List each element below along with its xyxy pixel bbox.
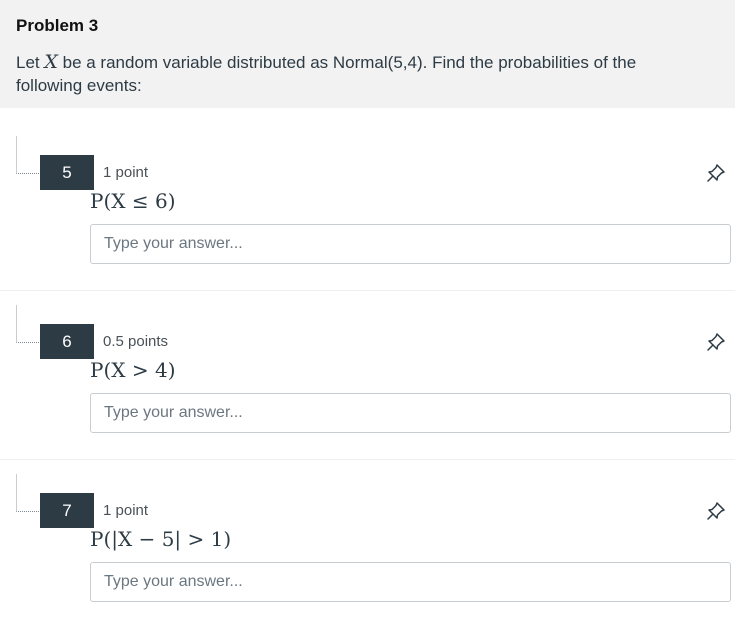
question-expression: P(X ≤ 6)	[90, 189, 176, 213]
question-expression: P(X > 4)	[90, 358, 176, 382]
problem-title: Problem 3	[16, 16, 99, 35]
answer-input[interactable]	[90, 224, 731, 264]
question-divider	[0, 459, 735, 460]
question-expression: P(|X − 5| > 1)	[90, 527, 232, 551]
question-points: 1 point	[103, 164, 149, 181]
question-points: 0.5 points	[103, 333, 169, 350]
problem-header: Problem 3 Let X be a random variable dis…	[0, 0, 735, 108]
problem-description-text: be a random variable distributed as Norm…	[16, 53, 637, 95]
question-connector	[16, 474, 41, 512]
question-number: 7	[40, 493, 94, 528]
question-points: 1 point	[103, 502, 149, 519]
answer-input[interactable]	[90, 393, 731, 433]
question-connector	[16, 136, 41, 174]
question-divider	[0, 290, 735, 291]
question-connector	[16, 305, 41, 343]
question-number: 6	[40, 324, 94, 359]
pin-icon[interactable]	[706, 163, 726, 183]
answer-input[interactable]	[90, 562, 731, 602]
problem-description: Let X be a random variable distributed a…	[16, 51, 696, 97]
pin-icon[interactable]	[706, 501, 726, 521]
problem-description-prefix: Let	[16, 53, 45, 72]
question-5: 5 1 point P(X ≤ 6)	[0, 136, 735, 305]
random-variable: X	[44, 51, 58, 73]
question-7: 7 1 point P(|X − 5| > 1)	[0, 474, 735, 643]
question-6: 6 0.5 points P(X > 4)	[0, 305, 735, 474]
pin-icon[interactable]	[706, 332, 726, 352]
question-number: 5	[40, 155, 94, 190]
